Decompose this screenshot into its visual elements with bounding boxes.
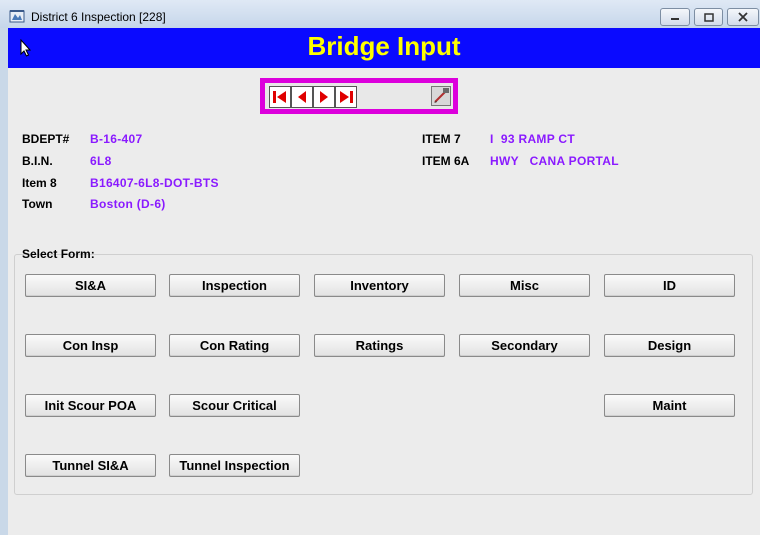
item7-value: I 93 RAMP CT — [490, 132, 576, 146]
init-scour-poa-button[interactable]: Init Scour POA — [25, 394, 156, 417]
next-record-button[interactable] — [313, 86, 335, 108]
item6a-label: ITEM 6A — [422, 154, 470, 168]
first-record-button[interactable] — [269, 86, 291, 108]
misc-button[interactable]: Misc — [459, 274, 590, 297]
last-record-icon — [340, 91, 353, 103]
last-record-button[interactable] — [335, 86, 357, 108]
scour-critical-button[interactable]: Scour Critical — [169, 394, 300, 417]
design-button[interactable]: Design — [604, 334, 735, 357]
window-titlebar: District 6 Inspection [228] — [0, 0, 760, 28]
con-rating-button[interactable]: Con Rating — [169, 334, 300, 357]
first-record-icon — [273, 91, 286, 103]
main-content: Bridge Input BDEPT# B-16-407 B.I.N. 6L8 … — [8, 28, 760, 535]
inventory-button[interactable]: Inventory — [314, 274, 445, 297]
close-button[interactable] — [727, 8, 759, 26]
ratings-button[interactable]: Ratings — [314, 334, 445, 357]
id-button[interactable]: ID — [604, 274, 735, 297]
edit-pencil-icon — [431, 86, 451, 106]
banner: Bridge Input — [8, 28, 760, 68]
app-icon — [9, 10, 25, 23]
close-icon — [738, 12, 748, 22]
item7-label: ITEM 7 — [422, 132, 461, 146]
record-navigator-inner — [265, 83, 453, 109]
inspection-button[interactable]: Inspection — [169, 274, 300, 297]
bdept-label: BDEPT# — [22, 132, 70, 146]
bin-label: B.I.N. — [22, 154, 53, 168]
sia-button[interactable]: SI&A — [25, 274, 156, 297]
item8-label: Item 8 — [22, 176, 57, 190]
next-record-icon — [320, 91, 328, 103]
item8-value: B16407-6L8-DOT-BTS — [90, 176, 219, 190]
record-navigator — [260, 78, 458, 114]
previous-record-icon — [298, 91, 306, 103]
minimize-icon — [671, 18, 679, 20]
town-label: Town — [22, 197, 53, 211]
previous-record-button[interactable] — [291, 86, 313, 108]
item6a-value: HWY CANA PORTAL — [490, 154, 619, 168]
edit-record-button[interactable] — [431, 86, 451, 106]
page-title: Bridge Input — [307, 31, 461, 61]
restore-button[interactable] — [694, 8, 723, 26]
window-title: District 6 Inspection [228] — [31, 10, 166, 24]
tunnel-inspection-button[interactable]: Tunnel Inspection — [169, 454, 300, 477]
select-form-label: Select Form: — [22, 247, 95, 261]
tunnel-sia-button[interactable]: Tunnel SI&A — [25, 454, 156, 477]
bin-value: 6L8 — [90, 154, 112, 168]
maint-button[interactable]: Maint — [604, 394, 735, 417]
town-value: Boston (D-6) — [90, 197, 166, 211]
restore-icon — [703, 12, 714, 22]
con-insp-button[interactable]: Con Insp — [25, 334, 156, 357]
minimize-button[interactable] — [660, 8, 690, 26]
bdept-value: B-16-407 — [90, 132, 143, 146]
secondary-button[interactable]: Secondary — [459, 334, 590, 357]
